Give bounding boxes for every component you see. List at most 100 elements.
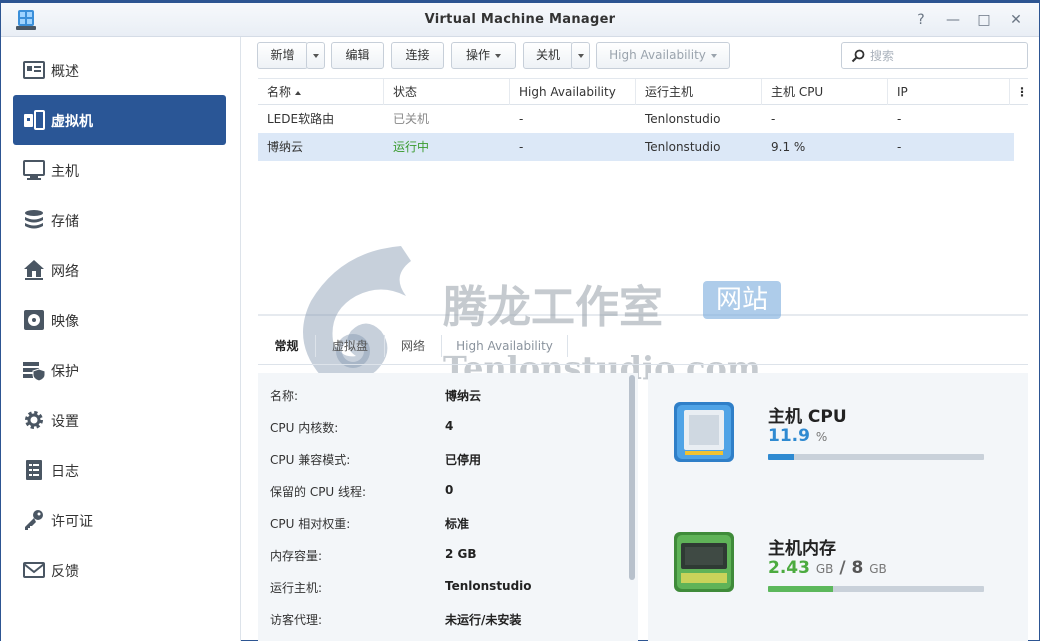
network-icon bbox=[24, 260, 44, 280]
cell-name: LEDE软路由 bbox=[267, 112, 335, 126]
help-icon[interactable]: ? bbox=[912, 11, 930, 29]
sidebar-item-log[interactable]: 日志 bbox=[13, 445, 226, 495]
sidebar-item-label: 主机 bbox=[51, 164, 79, 180]
protection-icon bbox=[23, 362, 46, 382]
cell-host: Tenlonstudio bbox=[645, 112, 721, 126]
table-header: 名称 状态 High Availability 运行主机 主机 CPU IP ⋮ bbox=[258, 78, 1028, 105]
sidebar-item-label: 设置 bbox=[51, 414, 79, 430]
sidebar-item-overview[interactable]: 概述 bbox=[13, 45, 226, 95]
close-icon[interactable]: ✕ bbox=[1007, 11, 1025, 29]
sidebar-item-image[interactable]: 映像 bbox=[13, 295, 226, 345]
sidebar-item-protection[interactable]: 保护 bbox=[13, 345, 226, 395]
cell-cpu: 9.1 % bbox=[771, 140, 806, 154]
gear-icon bbox=[25, 411, 43, 429]
detail-label: 内存容量: bbox=[270, 549, 323, 563]
detail-label: CPU 兼容模式: bbox=[270, 453, 351, 467]
detail-value: 0 bbox=[445, 483, 454, 497]
tab-general[interactable]: 常规 bbox=[258, 331, 315, 364]
sidebar-item-label: 虚拟机 bbox=[51, 114, 93, 130]
tab-virtual-disk[interactable]: 虚拟盘 bbox=[316, 331, 384, 364]
high-availability-button[interactable]: High Availability bbox=[596, 42, 730, 69]
virtual-machine-icon bbox=[24, 110, 45, 130]
detail-label: CPU 相对权重: bbox=[270, 517, 351, 531]
host-cpu-title: 主机 CPU bbox=[768, 407, 847, 427]
detail-value: 4 bbox=[445, 419, 454, 433]
cell-host: Tenlonstudio bbox=[645, 140, 721, 154]
host-memory-bar bbox=[768, 586, 984, 592]
detail-label: 保留的 CPU 线程: bbox=[270, 485, 367, 499]
table-row[interactable]: 博纳云 运行中 - Tenlonstudio 9.1 % - bbox=[258, 133, 1014, 161]
column-options-icon[interactable]: ⋮ bbox=[1010, 79, 1028, 105]
host-memory-used: 2.43 bbox=[768, 558, 810, 578]
overview-icon bbox=[23, 61, 45, 79]
column-header-host[interactable]: 运行主机 bbox=[636, 79, 762, 105]
chevron-down-icon bbox=[495, 53, 501, 58]
sort-ascending-icon bbox=[295, 90, 302, 95]
sidebar-item-virtual-machine[interactable]: 虚拟机 bbox=[13, 95, 226, 145]
search-icon bbox=[851, 49, 865, 63]
cell-ip: - bbox=[897, 112, 902, 126]
detail-label: CPU 内核数: bbox=[270, 421, 339, 435]
host-memory-total-unit: GB bbox=[869, 562, 887, 576]
detail-value: 2 GB bbox=[445, 547, 477, 561]
sidebar-item-feedback[interactable]: 反馈 bbox=[13, 545, 226, 595]
minimize-icon[interactable]: — bbox=[944, 11, 962, 29]
column-header-status[interactable]: 状态 bbox=[384, 79, 510, 105]
host-cpu-value: 11.9 % bbox=[768, 426, 827, 446]
column-header-name[interactable]: 名称 bbox=[258, 79, 384, 105]
resource-panel: 主机 CPU 11.9 % 主机内存 2.43 GB / 8 GB bbox=[648, 373, 1028, 641]
tab-separator bbox=[567, 335, 568, 357]
split-divider[interactable] bbox=[258, 314, 1028, 316]
host-memory-value: 2.43 GB / 8 GB bbox=[768, 558, 887, 578]
tab-high-availability[interactable]: High Availability bbox=[442, 331, 567, 364]
detail-value: 未运行/未安装 bbox=[445, 613, 522, 627]
connect-button[interactable]: 连接 bbox=[391, 42, 444, 69]
host-memory-total: 8 bbox=[851, 558, 864, 578]
action-button[interactable]: 操作 bbox=[451, 42, 516, 69]
title-bar: Virtual Machine Manager ? — □ ✕ bbox=[1, 3, 1039, 37]
detail-label: 运行主机: bbox=[270, 581, 323, 595]
edit-button[interactable]: 编辑 bbox=[331, 42, 384, 69]
table-row[interactable]: LEDE软路由 已关机 - Tenlonstudio - - bbox=[258, 105, 1014, 133]
sidebar: 概述 虚拟机 主机 存储 网络 映像 保护 设置 日志 许可证 反馈 bbox=[1, 37, 241, 641]
cell-cpu: - bbox=[771, 112, 776, 126]
storage-icon bbox=[25, 210, 43, 229]
sidebar-item-license[interactable]: 许可证 bbox=[13, 495, 226, 545]
detail-label: 访客代理: bbox=[270, 613, 323, 627]
detail-panel: 名称: 博纳云 CPU 内核数: 4 CPU 兼容模式: 已停用 保留的 CPU… bbox=[258, 373, 638, 641]
search-input[interactable] bbox=[870, 47, 1020, 65]
host-cpu-number: 11.9 bbox=[768, 426, 810, 446]
sidebar-item-host[interactable]: 主机 bbox=[13, 145, 226, 195]
detail-label: 名称: bbox=[270, 389, 299, 403]
search-box[interactable] bbox=[841, 42, 1028, 69]
shutdown-button[interactable]: 关机 bbox=[523, 42, 573, 69]
column-header-cpu[interactable]: 主机 CPU bbox=[762, 79, 888, 105]
sidebar-item-settings[interactable]: 设置 bbox=[13, 395, 226, 445]
host-memory-separator: / bbox=[839, 558, 846, 578]
host-memory-used-unit: GB bbox=[815, 562, 834, 576]
column-header-ha[interactable]: High Availability bbox=[510, 79, 636, 105]
detail-value: 已停用 bbox=[445, 453, 482, 467]
cpu-chip-icon bbox=[674, 402, 734, 462]
create-button[interactable]: 新增 bbox=[257, 42, 308, 69]
memory-module-icon bbox=[674, 532, 734, 592]
column-header-ip[interactable]: IP bbox=[888, 79, 1010, 105]
sidebar-item-storage[interactable]: 存储 bbox=[13, 195, 226, 245]
cell-ip: - bbox=[897, 140, 902, 154]
key-icon bbox=[25, 510, 43, 530]
maximize-icon[interactable]: □ bbox=[975, 11, 993, 29]
detail-value: 博纳云 bbox=[445, 389, 482, 403]
detail-value: Tenlonstudio bbox=[445, 579, 532, 593]
sidebar-item-label: 网络 bbox=[51, 264, 79, 280]
detail-scrollbar[interactable] bbox=[629, 375, 635, 580]
watermark: 腾龙工作室 网站 Tenlonstudio.com bbox=[281, 241, 801, 391]
action-button-label: 操作 bbox=[465, 48, 490, 62]
tab-network[interactable]: 网络 bbox=[385, 331, 441, 364]
sidebar-item-network[interactable]: 网络 bbox=[13, 245, 226, 295]
shutdown-dropdown-button[interactable] bbox=[571, 42, 590, 69]
cell-status: 运行中 bbox=[393, 140, 430, 154]
detail-value: 标准 bbox=[445, 517, 470, 531]
sidebar-item-label: 许可证 bbox=[51, 514, 93, 530]
window-title: Virtual Machine Manager bbox=[424, 12, 616, 27]
create-dropdown-button[interactable] bbox=[306, 42, 325, 69]
